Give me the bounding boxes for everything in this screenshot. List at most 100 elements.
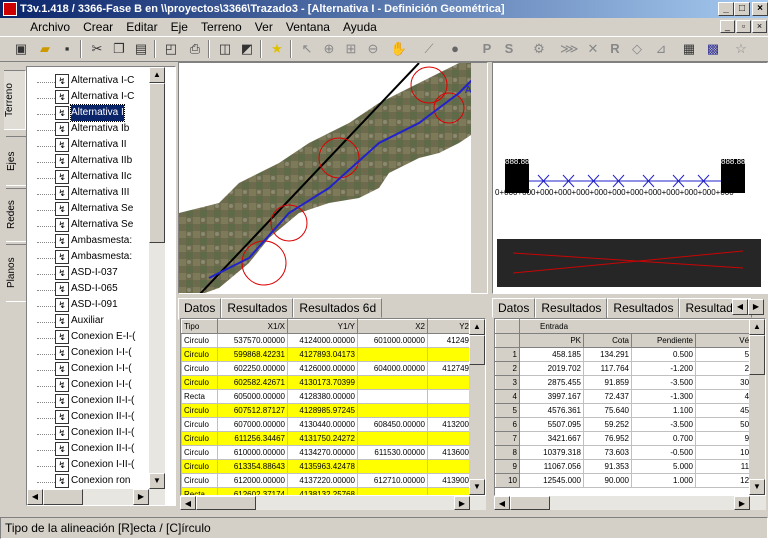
- row-number[interactable]: 5: [495, 403, 520, 418]
- table-cell[interactable]: 4124000.00000: [287, 333, 358, 348]
- table-row[interactable]: Recta 612602.37174 4138132.25768: [181, 487, 472, 495]
- tool-b-icon[interactable]: ⋙: [560, 40, 579, 58]
- table-cell[interactable]: 2019.702: [519, 361, 584, 376]
- table-cell[interactable]: 4138132.25768: [287, 487, 358, 495]
- menu-terreno[interactable]: Terreno: [196, 18, 247, 36]
- plan-view[interactable]: A: [178, 62, 488, 294]
- tree-item[interactable]: Conexion II-I-(: [71, 409, 134, 425]
- row-number[interactable]: 3: [495, 375, 520, 390]
- scroll-up-button[interactable]: ▲: [469, 319, 485, 335]
- table-cell[interactable]: 1.000: [631, 473, 696, 488]
- zoom-window-icon[interactable]: ⊞: [342, 40, 360, 58]
- table-cell[interactable]: [427, 403, 472, 418]
- tree-item[interactable]: Conexion I-I-(: [71, 377, 132, 393]
- table-cell[interactable]: 5.000: [631, 459, 696, 474]
- table-cell[interactable]: -1.300: [631, 389, 696, 404]
- minimize-button[interactable]: _: [718, 2, 734, 16]
- tab-datos[interactable]: Datos: [178, 298, 222, 320]
- tree-item[interactable]: Alternativa I: [70, 104, 125, 122]
- table-cell[interactable]: 59.252: [583, 417, 632, 432]
- tree-hscroll[interactable]: ◀ ▶: [27, 489, 165, 505]
- scroll-down-button[interactable]: ▼: [469, 479, 485, 495]
- table-cell[interactable]: 413600: [427, 445, 472, 460]
- left-grid-hscroll[interactable]: ◀ ▶: [180, 496, 486, 510]
- row-number[interactable]: 10: [495, 473, 520, 488]
- table-cell[interactable]: 599868.42231: [217, 347, 288, 362]
- window-layout-icon[interactable]: ◫: [216, 40, 234, 58]
- column-header[interactable]: PK: [519, 333, 584, 348]
- table-cell[interactable]: [427, 375, 472, 390]
- menu-ver[interactable]: Ver: [250, 18, 278, 36]
- table-cell[interactable]: [357, 375, 428, 390]
- row-type[interactable]: Circulo: [181, 445, 218, 460]
- menu-ayuda[interactable]: Ayuda: [338, 18, 382, 36]
- table-cell[interactable]: 612710.00000: [357, 473, 428, 488]
- column-header[interactable]: Vé: [694, 333, 753, 348]
- pointer-icon[interactable]: ↖: [298, 40, 316, 58]
- map-canvas[interactable]: A: [179, 63, 488, 294]
- app-icon[interactable]: [3, 2, 17, 16]
- table-cell[interactable]: [427, 459, 472, 474]
- menu-archivo[interactable]: Archivo: [25, 18, 75, 36]
- menu-ventana[interactable]: Ventana: [281, 18, 335, 36]
- hscroll-thumb[interactable]: [510, 496, 550, 510]
- tree-item[interactable]: Conexion ron: [71, 473, 130, 489]
- table-row[interactable]: 3 2875.455 91.859 -3.500 30: [495, 375, 753, 390]
- menu-editar[interactable]: Editar: [121, 18, 162, 36]
- scroll-up-button[interactable]: ▲: [749, 319, 765, 335]
- table-cell[interactable]: 4127893.04173: [287, 347, 358, 362]
- save-icon[interactable]: ▪: [58, 40, 76, 58]
- table-row[interactable]: Circulo 610000.00000 4134270.00000 611530.0…: [181, 445, 472, 460]
- table-cell[interactable]: [357, 431, 428, 446]
- table-cell[interactable]: 604000.00000: [357, 361, 428, 376]
- row-type[interactable]: Circulo: [181, 403, 218, 418]
- tab-resultados[interactable]: Resultados: [535, 298, 608, 320]
- mdi-restore-button[interactable]: ▫: [736, 20, 751, 33]
- windows-icon[interactable]: ▣: [12, 40, 30, 58]
- table-cell[interactable]: 611256.34467: [217, 431, 288, 446]
- table-cell[interactable]: 458.185: [519, 347, 584, 362]
- tree-item[interactable]: Alternativa IIc: [71, 169, 132, 185]
- table-cell[interactable]: 30: [694, 375, 753, 390]
- column-header[interactable]: Pendiente: [631, 333, 696, 348]
- table-cell[interactable]: 613354.88643: [217, 459, 288, 474]
- table-cell[interactable]: 607000.00000: [217, 417, 288, 432]
- table-row[interactable]: 8 10379.318 73.603 -0.500 10: [495, 445, 753, 460]
- table-cell[interactable]: 10: [694, 445, 753, 460]
- tab-resultados-2[interactable]: Resultados: [607, 298, 680, 318]
- profile-view[interactable]: 888.88 888.88 0+000+000+000+000+000+000+…: [492, 62, 768, 294]
- column-header[interactable]: X2: [357, 319, 428, 334]
- tree-item[interactable]: Alternativa II: [71, 137, 127, 153]
- table-cell[interactable]: 91.353: [583, 459, 632, 474]
- chart-icon[interactable]: ▩: [704, 40, 722, 58]
- column-header[interactable]: Y1/Y: [287, 319, 358, 334]
- table-cell[interactable]: 12: [694, 473, 753, 488]
- table-cell[interactable]: 12545.000: [519, 473, 584, 488]
- row-number[interactable]: 2: [495, 361, 520, 376]
- copy-icon[interactable]: ❐: [110, 40, 128, 58]
- zoom-in-icon[interactable]: ⊕: [320, 40, 338, 58]
- table-row[interactable]: Circulo 607512.87127 4128985.97245: [181, 403, 472, 418]
- table-cell[interactable]: 0.500: [631, 347, 696, 362]
- table-cell[interactable]: 607512.87127: [217, 403, 288, 418]
- close-button[interactable]: ×: [752, 2, 768, 16]
- scroll-down-button[interactable]: ▼: [149, 473, 165, 489]
- column-header[interactable]: Y2: [427, 319, 472, 334]
- row-number[interactable]: 1: [495, 347, 520, 362]
- tool-c-icon[interactable]: ✕: [584, 40, 602, 58]
- tab-terreno[interactable]: Terreno: [4, 70, 26, 130]
- tab-planos[interactable]: Planos: [6, 244, 28, 302]
- maximize-button[interactable]: □: [734, 2, 750, 16]
- row-type[interactable]: Circulo: [181, 333, 218, 348]
- table-cell[interactable]: [427, 487, 472, 495]
- table-cell[interactable]: 4131750.24272: [287, 431, 358, 446]
- table-cell[interactable]: 41249: [427, 333, 472, 348]
- tab-resultados-6d[interactable]: Resultados 6d: [293, 298, 383, 318]
- scroll-up-button[interactable]: ▲: [149, 67, 165, 83]
- table-cell[interactable]: 412749: [427, 361, 472, 376]
- table-cell[interactable]: 612602.37174: [217, 487, 288, 495]
- table-cell[interactable]: -1.200: [631, 361, 696, 376]
- tabs-scroll-left[interactable]: ◀: [732, 299, 748, 315]
- table-cell[interactable]: 2875.455: [519, 375, 584, 390]
- print-icon[interactable]: ⎙: [186, 40, 204, 58]
